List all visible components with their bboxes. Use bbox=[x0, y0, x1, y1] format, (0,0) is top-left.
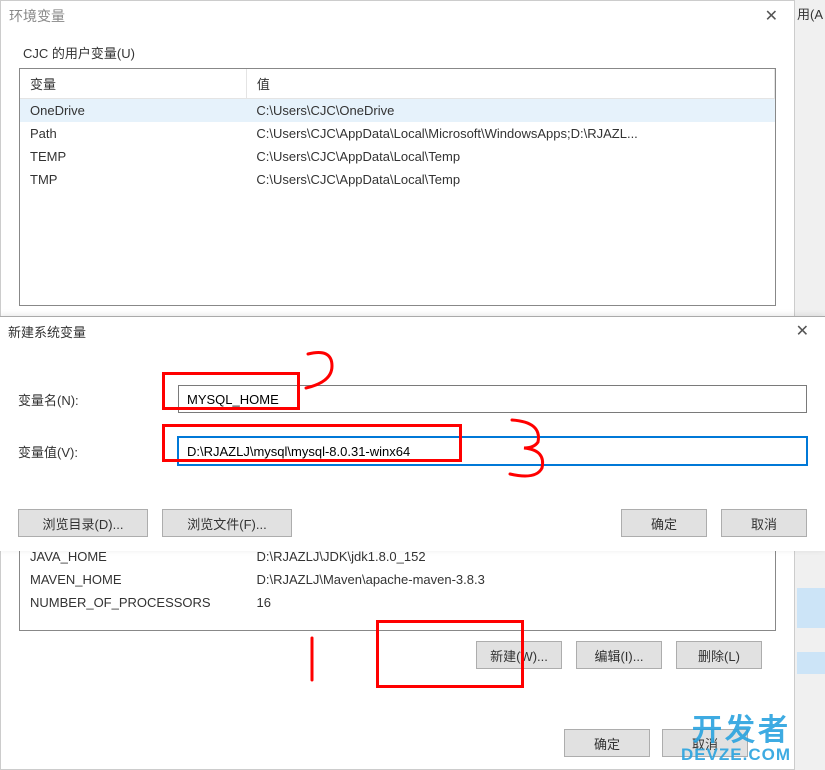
side-highlight bbox=[797, 588, 825, 628]
table-row[interactable]: NUMBER_OF_PROCESSORS 16 bbox=[20, 591, 775, 614]
dialog-title: 环境变量 bbox=[9, 6, 65, 26]
table-row[interactable]: TMP C:\Users\CJC\AppData\Local\Temp bbox=[20, 168, 775, 191]
close-icon[interactable]: ✕ bbox=[788, 321, 817, 341]
col-header-val[interactable]: 值 bbox=[246, 69, 774, 99]
cancel-button[interactable]: 取消 bbox=[662, 729, 748, 757]
table-row[interactable]: TEMP C:\Users\CJC\AppData\Local\Temp bbox=[20, 145, 775, 168]
close-icon[interactable]: ✕ bbox=[757, 6, 786, 26]
table-row[interactable]: Path C:\Users\CJC\AppData\Local\Microsof… bbox=[20, 122, 775, 145]
user-vars-table-frame: 变量 值 OneDrive C:\Users\CJC\OneDrive Path… bbox=[19, 68, 776, 306]
sys-new-button[interactable]: 新建(W)... bbox=[476, 641, 562, 669]
var-value-label: 变量值(V): bbox=[18, 442, 178, 461]
user-vars-table[interactable]: 变量 值 OneDrive C:\Users\CJC\OneDrive Path… bbox=[20, 69, 775, 191]
user-variables-section: CJC 的用户变量(U) 变量 值 OneDrive C:\Users\CJC\… bbox=[1, 31, 794, 306]
newvar-cancel-button[interactable]: 取消 bbox=[721, 509, 807, 537]
dialog-title-bar: 环境变量 ✕ bbox=[1, 1, 794, 31]
col-header-var[interactable]: 变量 bbox=[20, 69, 246, 99]
new-system-variable-dialog: 新建系统变量 ✕ 变量名(N): 变量值(V): 浏览目录(D)... 浏览文件… bbox=[0, 316, 825, 551]
side-highlight bbox=[797, 652, 825, 674]
browse-dir-button[interactable]: 浏览目录(D)... bbox=[18, 509, 148, 537]
var-value-input[interactable] bbox=[178, 437, 807, 465]
sys-edit-button[interactable]: 编辑(I)... bbox=[576, 641, 662, 669]
var-name-label: 变量名(N): bbox=[18, 390, 178, 409]
browse-file-button[interactable]: 浏览文件(F)... bbox=[162, 509, 292, 537]
user-section-label: CJC 的用户变量(U) bbox=[19, 43, 776, 62]
var-name-input[interactable] bbox=[178, 385, 807, 413]
dialog-bottom-buttons: 确定 取消 bbox=[564, 729, 748, 757]
newvar-title: 新建系统变量 bbox=[8, 322, 86, 341]
ok-button[interactable]: 确定 bbox=[564, 729, 650, 757]
newvar-ok-button[interactable]: 确定 bbox=[621, 509, 707, 537]
table-row[interactable]: MAVEN_HOME D:\RJAZLJ\Maven\apache-maven-… bbox=[20, 568, 775, 591]
newvar-title-bar: 新建系统变量 ✕ bbox=[0, 317, 825, 345]
sys-delete-button[interactable]: 删除(L) bbox=[676, 641, 762, 669]
table-row[interactable]: OneDrive C:\Users\CJC\OneDrive bbox=[20, 99, 775, 123]
